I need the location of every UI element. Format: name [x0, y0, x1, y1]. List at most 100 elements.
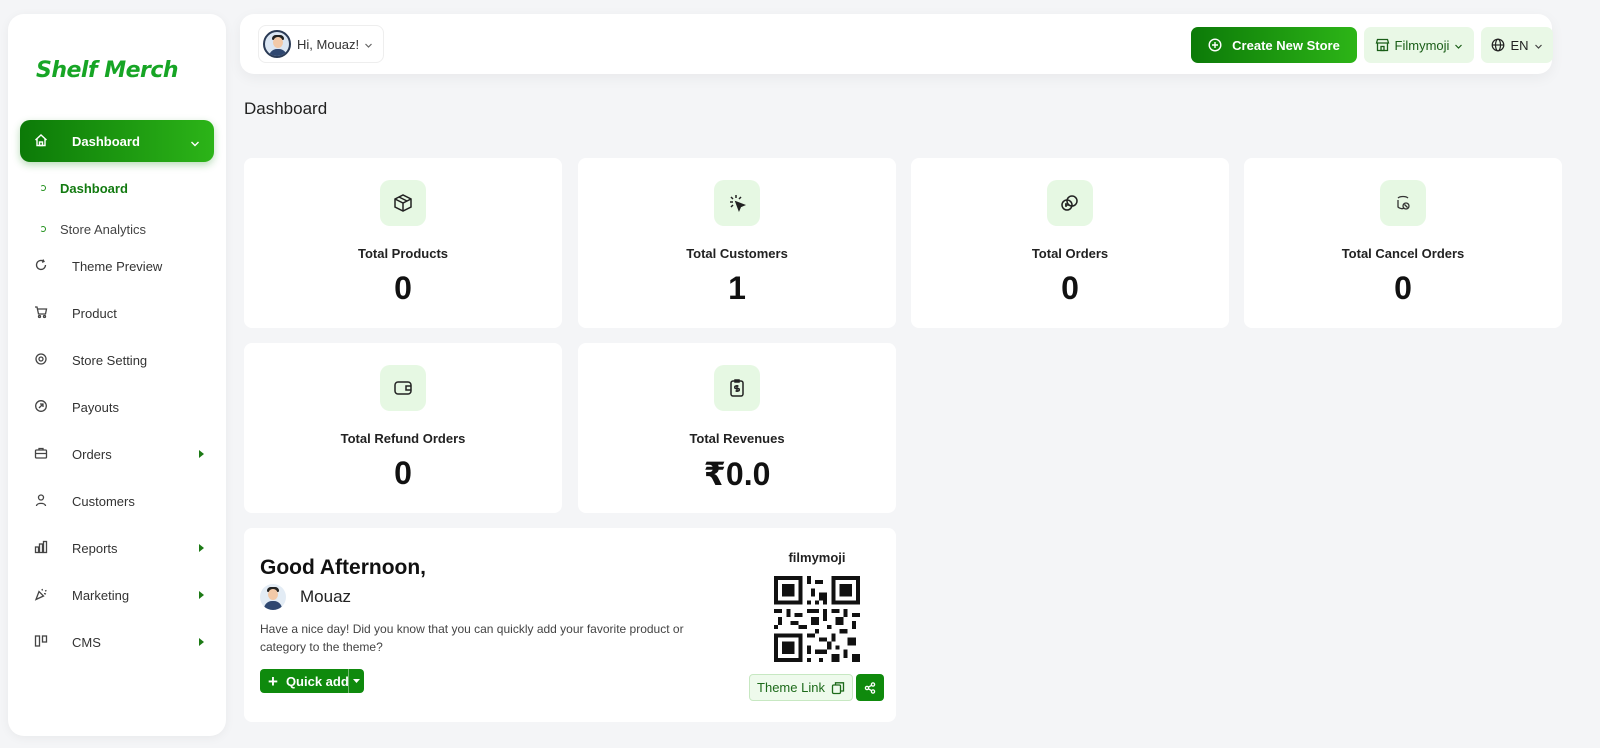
stat-label: Total Customers [686, 246, 788, 261]
sidebar: Shelf Merch Dashboard Dashboard Store An… [8, 14, 226, 736]
bar-chart-icon [34, 540, 48, 557]
sidebar-item-label: Reports [72, 540, 118, 556]
sidebar-item-cms[interactable]: CMS [20, 627, 214, 657]
sidebar-item-label: Dashboard [72, 133, 140, 149]
sidebar-subitem-store-analytics[interactable]: Store Analytics [40, 219, 146, 239]
stat-label: Total Products [357, 246, 449, 261]
avatar [260, 584, 286, 610]
page-title: Dashboard [244, 99, 328, 118]
sidebar-item-customers[interactable]: Customers [20, 486, 214, 516]
stat-value: 0 [394, 270, 412, 306]
welcome-message: Have a nice day! Did you know that you c… [260, 622, 684, 654]
sidebar-item-label: Theme Preview [72, 258, 163, 274]
theme-link-label: Theme Link [757, 680, 825, 695]
welcome-card: Good Afternoon, Mouaz Have a nice day! D… [244, 528, 896, 722]
stat-card-total-refund-orders[interactable]: Total Refund Orders 0 [244, 343, 562, 513]
store-selector[interactable]: Filmymoji [1364, 27, 1474, 63]
chevron-down-icon [364, 37, 373, 52]
avatar [263, 30, 291, 58]
qr-code-icon[interactable] [774, 576, 860, 662]
quick-add-label: Quick add [285, 673, 349, 689]
sidebar-item-label: CMS [72, 634, 101, 650]
gear-icon [34, 352, 48, 369]
wallet-icon [380, 365, 426, 411]
qr-store-name: filmymoji [788, 550, 846, 565]
caret-right-icon [199, 638, 204, 646]
sidebar-subitem-label: Dashboard [60, 180, 128, 196]
sidebar-item-payouts[interactable]: Payouts [20, 392, 214, 422]
stat-value: 0 [1061, 270, 1079, 306]
sidebar-subitem-dashboard[interactable]: Dashboard [40, 178, 128, 198]
sidebar-item-theme-preview[interactable]: Theme Preview [20, 251, 214, 281]
stat-card-total-products[interactable]: Total Products 0 [244, 158, 562, 328]
payout-icon [34, 399, 48, 416]
stat-value: 1 [728, 270, 746, 306]
stat-label: Total Refund Orders [340, 431, 466, 446]
home-icon [34, 133, 48, 152]
party-icon [34, 587, 48, 604]
share-button[interactable] [856, 674, 884, 701]
receipt-icon [714, 365, 760, 411]
sidebar-item-marketing[interactable]: Marketing [20, 580, 214, 610]
caret-right-icon [199, 544, 204, 552]
welcome-user-name: Mouaz [300, 587, 352, 606]
globe-icon [1492, 38, 1505, 52]
stat-value: ₹0.0 [703, 456, 771, 492]
briefcase-icon [34, 446, 48, 463]
sidebar-item-reports[interactable]: Reports [20, 533, 214, 563]
stat-label: Total Orders [1031, 246, 1109, 261]
caret-right-icon [199, 450, 204, 458]
welcome-user: Mouaz [260, 584, 351, 610]
sidebar-item-product[interactable]: Product [20, 298, 214, 328]
layout-icon [34, 634, 48, 651]
sidebar-item-orders[interactable]: Orders [20, 439, 214, 469]
plus-icon: + [268, 671, 278, 691]
chevron-down-icon [1534, 38, 1543, 53]
language-selector[interactable]: EN [1481, 27, 1553, 63]
create-new-store-button[interactable]: Create New Store [1191, 27, 1357, 63]
cursor-click-icon [714, 180, 760, 226]
stat-card-total-orders[interactable]: Total Orders 0 [911, 158, 1229, 328]
user-menu[interactable]: Hi, Mouaz! [258, 25, 385, 63]
store-icon [1375, 38, 1389, 52]
stat-card-total-cancel-orders[interactable]: Total Cancel Orders 0 [1244, 158, 1562, 328]
theme-link-button[interactable]: Theme Link [749, 674, 853, 701]
refresh-icon [34, 258, 48, 275]
store-selector-label: Filmymoji [1394, 37, 1450, 53]
user-icon [34, 493, 48, 510]
chevron-down-icon [1454, 38, 1463, 53]
chevron-down-icon [190, 135, 200, 153]
caret-right-icon [199, 591, 204, 599]
top-header: Hi, Mouaz! Create New Store Filmymoji EN [240, 14, 1553, 74]
user-greeting: Hi, Mouaz! [297, 36, 360, 52]
create-new-store-label: Create New Store [1232, 37, 1340, 53]
stat-label: Total Revenues [689, 431, 785, 446]
copy-icon [831, 681, 845, 694]
sidebar-item-label: Store Setting [72, 352, 148, 368]
dot-icon [40, 185, 46, 191]
stat-value: 0 [394, 455, 412, 491]
brand-logo[interactable]: Shelf Merch [36, 58, 179, 83]
language-label: EN [1510, 37, 1529, 53]
sidebar-item-label: Customers [72, 493, 135, 509]
stat-card-total-revenues[interactable]: Total Revenues ₹0.0 [578, 343, 896, 513]
sidebar-item-label: Orders [72, 446, 112, 462]
plus-circle-icon [1208, 38, 1222, 52]
cart-icon [34, 305, 48, 322]
sidebar-item-label: Payouts [72, 399, 119, 415]
coins-icon [1047, 180, 1093, 226]
share-icon [864, 681, 876, 694]
stat-label: Total Cancel Orders [1341, 246, 1465, 261]
quick-add-button[interactable]: + Quick add [260, 669, 364, 693]
welcome-greeting: Good Afternoon, [260, 556, 427, 579]
quick-add-dropdown-toggle[interactable] [348, 669, 364, 693]
sidebar-item-dashboard-group[interactable]: Dashboard [20, 120, 214, 162]
stat-card-total-customers[interactable]: Total Customers 1 [578, 158, 896, 328]
box-icon [380, 180, 426, 226]
dot-icon [40, 226, 46, 232]
sidebar-subitem-label: Store Analytics [60, 221, 146, 237]
stat-value: 0 [1394, 270, 1412, 306]
sidebar-item-label: Product [72, 305, 117, 321]
sidebar-item-store-setting[interactable]: Store Setting [20, 345, 214, 375]
sidebar-item-label: Marketing [72, 587, 130, 603]
